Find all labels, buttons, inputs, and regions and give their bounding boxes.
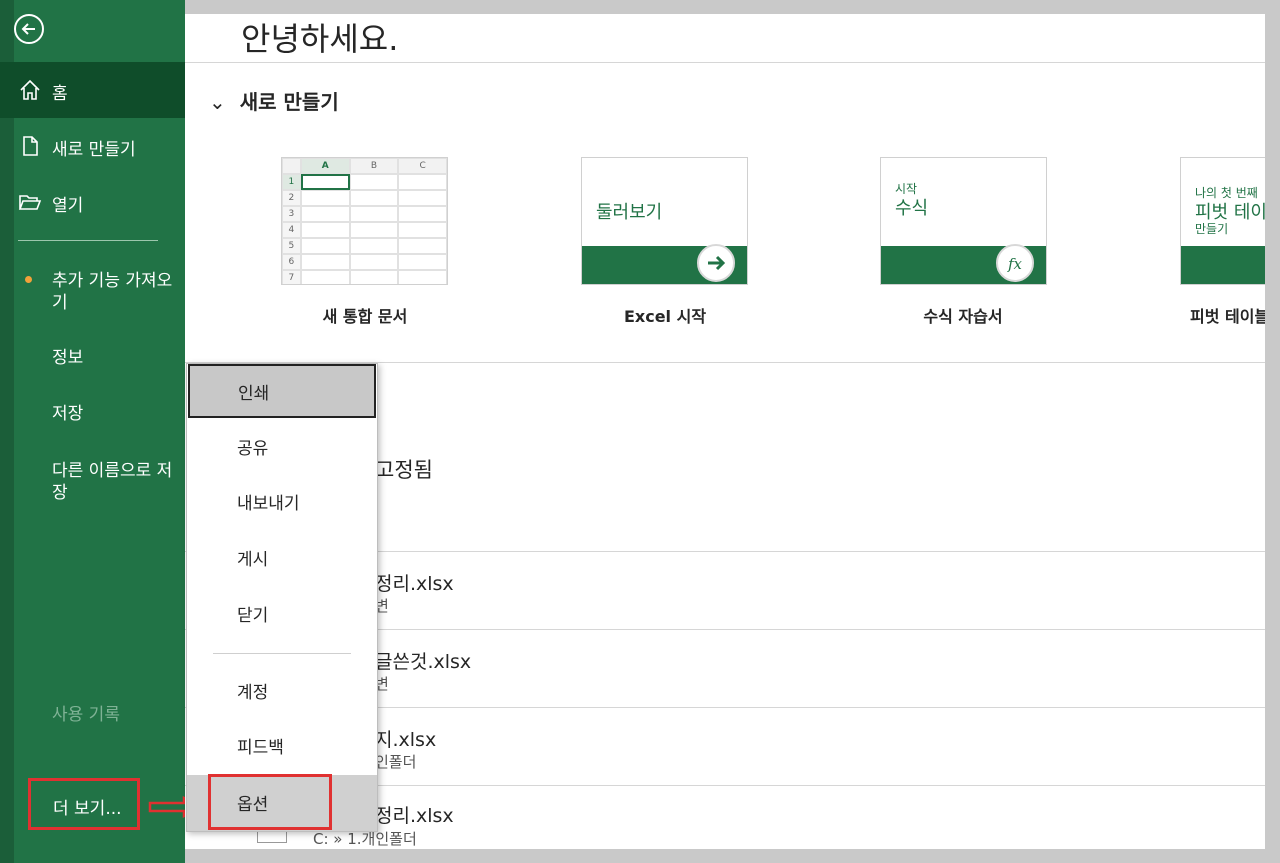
arrow-right-icon (697, 244, 735, 282)
template-band (1181, 246, 1265, 284)
template-caption: 새 통합 문서 (322, 307, 408, 326)
template-caption: Excel 시작 (623, 307, 707, 326)
chevron-down-icon: ⌄ (209, 90, 226, 114)
menu-item-label: 내보내기 (237, 494, 300, 514)
template-pivot-table[interactable]: 나의 첫 번째 피벗 테이블 만들기 (1180, 157, 1265, 285)
nav-new[interactable]: 새로 만들기 (0, 118, 185, 174)
template-thumb-small: 만들기 (1195, 222, 1229, 236)
menu-item-label: 인쇄 (238, 384, 270, 404)
menu-item-account[interactable]: 계정 (187, 663, 377, 719)
more-button-label: 더 보기... (53, 799, 122, 819)
pinned-heading: 고정됨 (375, 458, 433, 482)
nav-home[interactable]: 홈 (0, 62, 185, 118)
grid-row-header: 5 (282, 238, 301, 254)
template-caption: 피벗 테이블 (1190, 307, 1265, 326)
new-section-title[interactable]: ⌄ 새로 만들기 (209, 86, 339, 115)
folder-open-icon (18, 195, 42, 210)
back-arrow-icon (21, 23, 35, 35)
options-highlight-box (208, 774, 332, 830)
greeting-heading: 안녕하세요. (241, 20, 399, 58)
window-right-edge (1265, 0, 1280, 863)
nav-open-label: 열기 (52, 196, 84, 216)
template-excel-tour[interactable]: 둘러보기 (581, 157, 748, 285)
file-name[interactable]: 글쓴것.xlsx (375, 647, 471, 674)
menu-item-export[interactable]: 내보내기 (187, 474, 377, 530)
template-thumb-text: 둘러보기 (596, 202, 663, 223)
menu-divider (213, 653, 351, 654)
template-thumb-text: 수식 (895, 198, 929, 219)
file-path: 인폴더 (375, 753, 417, 771)
template-blank-workbook[interactable]: A B C 1 2 3 4 5 6 7 (281, 157, 448, 285)
menu-item-label: 공유 (237, 439, 269, 459)
sidebar-divider (18, 240, 158, 241)
template-grid-preview: A B C 1 2 3 4 5 6 7 (282, 158, 447, 284)
backstage-sidebar: 홈 새로 만들기 열기 추가 기능 가져오기 정보 저장 다른 이름으로 저장 … (0, 0, 185, 863)
nav-home-label: 홈 (52, 84, 68, 104)
grid-row-header: 2 (282, 190, 301, 206)
menu-item-feedback[interactable]: 피드백 (187, 718, 377, 774)
home-icon (20, 79, 40, 100)
file-name[interactable]: 정리.xlsx (375, 569, 454, 596)
svg-text:fx: fx (1007, 255, 1023, 273)
file-name[interactable]: 지.xlsx (375, 725, 436, 752)
more-button[interactable]: 더 보기... (28, 778, 140, 830)
sidebar-item-save-as[interactable]: 다른 이름으로 저장 (52, 460, 177, 504)
sidebar-item-save[interactable]: 저장 (52, 403, 177, 425)
menu-item-print[interactable]: 인쇄 (188, 364, 376, 418)
grid-row-header: 7 (282, 270, 301, 284)
new-document-icon (23, 136, 38, 156)
menu-item-label: 계정 (237, 683, 269, 703)
grid-row-header: 3 (282, 206, 301, 222)
grid-col-header: A (300, 158, 350, 174)
divider-top (185, 62, 1265, 63)
menu-item-label: 피드백 (237, 738, 284, 758)
menu-item-label: 닫기 (237, 606, 269, 626)
menu-item-label: 게시 (237, 550, 269, 570)
grid-row-header: 1 (282, 174, 301, 190)
grid-row-header: 6 (282, 254, 301, 270)
grid-col-header: C (398, 158, 447, 174)
menu-item-close[interactable]: 닫기 (187, 586, 377, 642)
sidebar-item-history[interactable]: 사용 기록 (52, 704, 177, 726)
nav-open[interactable]: 열기 (0, 174, 185, 230)
menu-item-publish[interactable]: 게시 (187, 530, 377, 586)
menu-item-share[interactable]: 공유 (187, 419, 377, 475)
grid-col-header: B (349, 158, 399, 174)
new-indicator-dot (25, 276, 32, 283)
sidebar-item-info[interactable]: 정보 (52, 347, 177, 369)
more-menu: 인쇄 공유 내보내기 게시 닫기 계정 피드백 옵션 (186, 363, 378, 832)
file-name[interactable]: 정리.xlsx (375, 801, 454, 828)
nav-new-label: 새로 만들기 (52, 140, 136, 160)
grid-row-header: 4 (282, 222, 301, 238)
template-caption: 수식 자습서 (923, 307, 1003, 326)
fx-icon: fx (996, 244, 1034, 282)
template-formula-tutorial[interactable]: 시작 수식 fx (880, 157, 1047, 285)
back-button[interactable] (14, 14, 44, 44)
new-section-label: 새로 만들기 (239, 90, 339, 114)
sidebar-item-addins[interactable]: 추가 기능 가져오기 (52, 270, 177, 314)
